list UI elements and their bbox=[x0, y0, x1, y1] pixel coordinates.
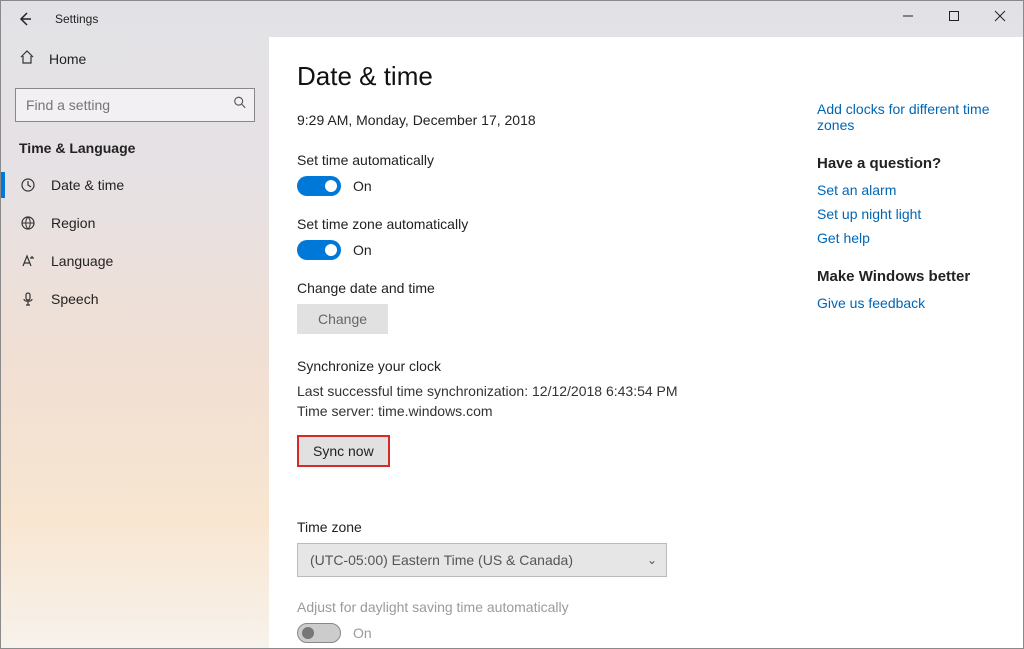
app-title: Settings bbox=[55, 12, 98, 26]
sidebar-item-speech[interactable]: Speech bbox=[1, 280, 269, 318]
question-heading: Have a question? bbox=[817, 155, 995, 172]
back-arrow-icon bbox=[17, 11, 33, 27]
sidebar-item-language[interactable]: Language bbox=[1, 242, 269, 280]
sidebar-item-label: Region bbox=[51, 215, 95, 231]
home-nav[interactable]: Home bbox=[1, 43, 269, 80]
page-title: Date & time bbox=[297, 61, 777, 92]
change-button: Change bbox=[297, 304, 388, 334]
timezone-select[interactable]: (UTC-05:00) Eastern Time (US & Canada) ⌄ bbox=[297, 543, 667, 577]
set-alarm-link[interactable]: Set an alarm bbox=[817, 182, 995, 198]
content-column: Date & time 9:29 AM, Monday, December 17… bbox=[297, 61, 777, 628]
feedback-heading: Make Windows better bbox=[817, 268, 995, 285]
search-wrap bbox=[15, 88, 255, 122]
timezone-value: (UTC-05:00) Eastern Time (US & Canada) bbox=[310, 552, 573, 568]
sidebar: Home Time & Language Date & time Region … bbox=[1, 37, 269, 648]
minimize-button[interactable] bbox=[885, 1, 931, 31]
sync-title: Synchronize your clock bbox=[297, 358, 777, 374]
sidebar-item-label: Date & time bbox=[51, 177, 124, 193]
night-light-link[interactable]: Set up night light bbox=[817, 206, 995, 222]
dst-state: On bbox=[353, 625, 372, 641]
close-icon bbox=[994, 10, 1006, 22]
category-title: Time & Language bbox=[1, 136, 269, 166]
timezone-label: Time zone bbox=[297, 519, 777, 535]
sync-now-button[interactable]: Sync now bbox=[297, 435, 390, 467]
auto-tz-label: Set time zone automatically bbox=[297, 216, 777, 232]
minimize-icon bbox=[902, 10, 914, 22]
search-icon bbox=[233, 96, 247, 115]
current-datetime: 9:29 AM, Monday, December 17, 2018 bbox=[297, 112, 777, 128]
dst-toggle bbox=[297, 623, 341, 643]
sidebar-item-label: Speech bbox=[51, 291, 98, 307]
auto-time-label: Set time automatically bbox=[297, 152, 777, 168]
window-controls bbox=[885, 1, 1023, 31]
close-button[interactable] bbox=[977, 1, 1023, 31]
home-label: Home bbox=[49, 51, 86, 67]
sidebar-item-region[interactable]: Region bbox=[1, 204, 269, 242]
add-clocks-link[interactable]: Add clocks for different time zones bbox=[817, 101, 995, 133]
globe-icon bbox=[19, 214, 37, 232]
dst-label: Adjust for daylight saving time automati… bbox=[297, 599, 777, 615]
change-datetime-label: Change date and time bbox=[297, 280, 777, 296]
auto-tz-toggle[interactable] bbox=[297, 240, 341, 260]
home-icon bbox=[19, 49, 35, 68]
microphone-icon bbox=[19, 290, 37, 308]
aside-column: Add clocks for different time zones Have… bbox=[777, 61, 995, 628]
auto-time-state: On bbox=[353, 178, 372, 194]
maximize-icon bbox=[948, 10, 960, 22]
get-help-link[interactable]: Get help bbox=[817, 230, 995, 246]
maximize-button[interactable] bbox=[931, 1, 977, 31]
titlebar: Settings bbox=[1, 1, 1023, 37]
sidebar-item-date-time[interactable]: Date & time bbox=[1, 166, 269, 204]
chevron-down-icon: ⌄ bbox=[647, 553, 657, 567]
auto-time-toggle[interactable] bbox=[297, 176, 341, 196]
auto-tz-state: On bbox=[353, 242, 372, 258]
back-button[interactable] bbox=[7, 1, 43, 37]
main-panel: Date & time 9:29 AM, Monday, December 17… bbox=[269, 37, 1023, 648]
search-input[interactable] bbox=[15, 88, 255, 122]
give-feedback-link[interactable]: Give us feedback bbox=[817, 295, 995, 311]
sidebar-item-label: Language bbox=[51, 253, 113, 269]
sync-server-line: Time server: time.windows.com bbox=[297, 402, 777, 422]
sync-last-line: Last successful time synchronization: 12… bbox=[297, 382, 777, 402]
clock-icon bbox=[19, 176, 37, 194]
language-icon bbox=[19, 252, 37, 270]
